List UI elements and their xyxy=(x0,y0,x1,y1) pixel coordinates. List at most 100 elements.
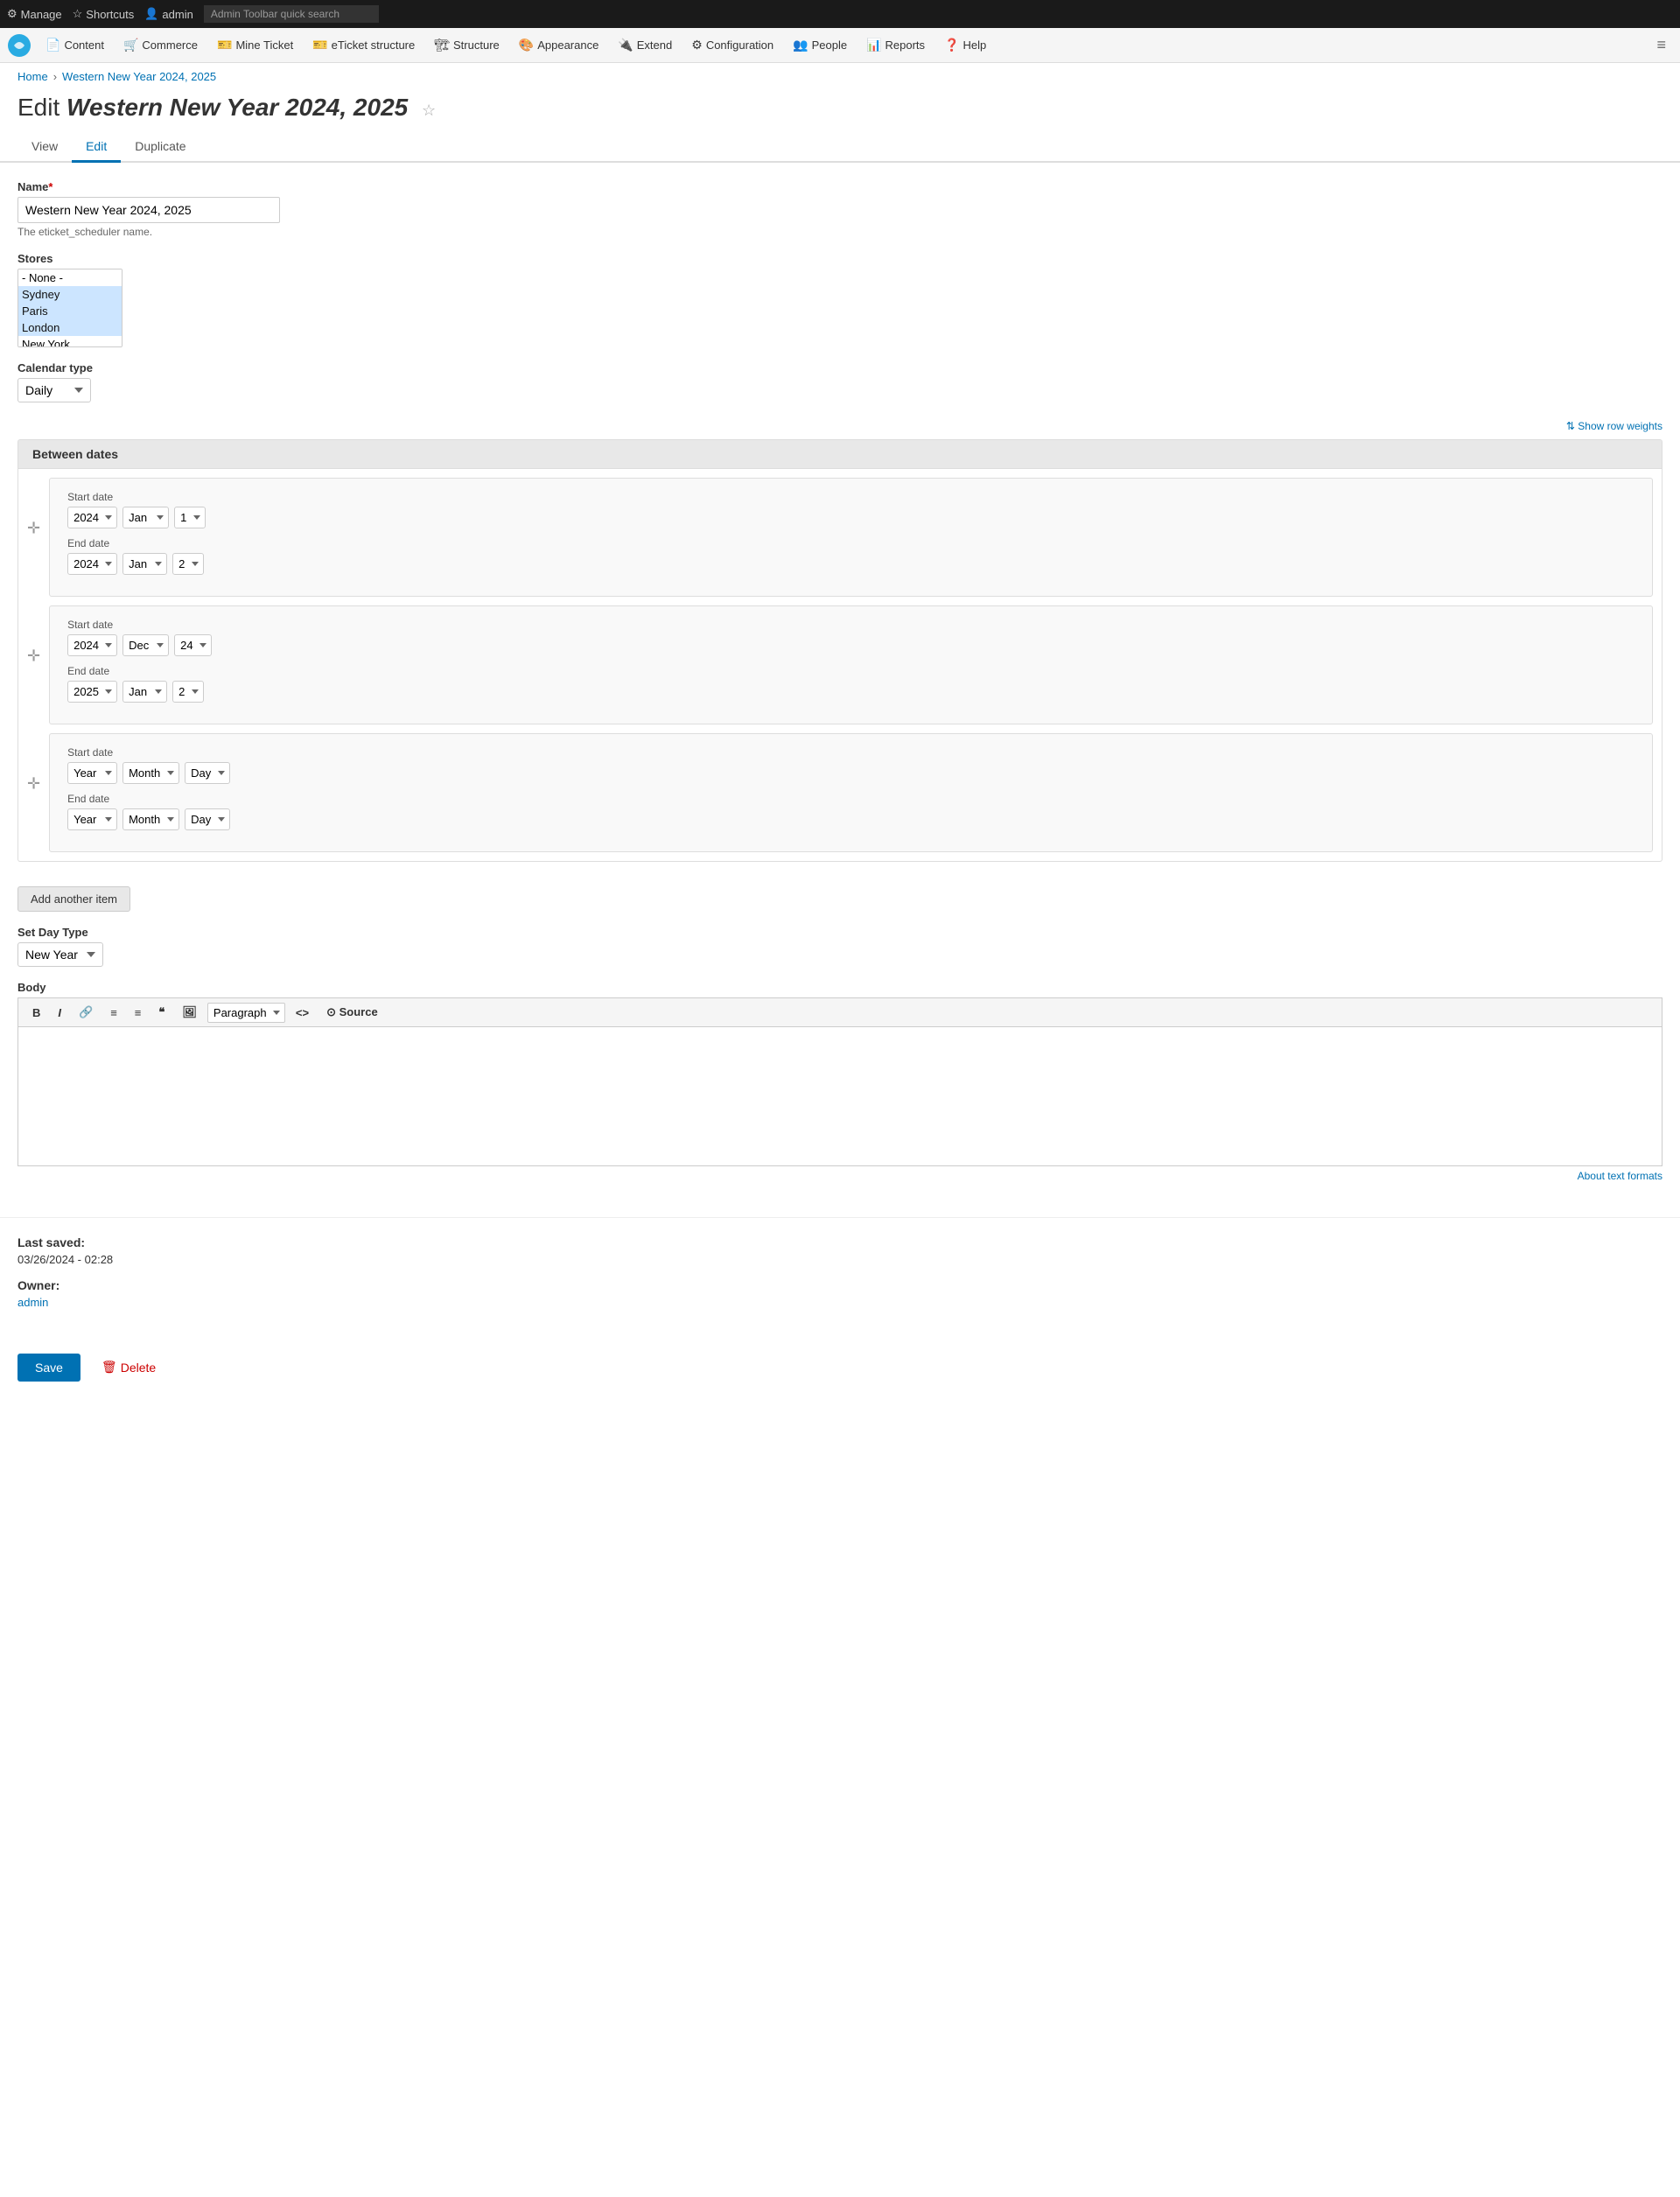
start-date-selects-2: 2024 2025 Jan Feb Mar Apr May Jun Jul xyxy=(67,634,1634,656)
date-row-2: Start date 2024 2025 Jan Feb Mar Apr xyxy=(49,605,1653,724)
nav-eticket-structure[interactable]: 🎫 eTicket structure xyxy=(304,32,424,58)
save-button[interactable]: Save xyxy=(18,1354,80,1382)
end-year-2[interactable]: 2024 2025 xyxy=(67,681,117,703)
end-day-3[interactable]: Day 1 xyxy=(185,808,230,830)
end-month-3[interactable]: Month Jan xyxy=(122,808,179,830)
body-editor[interactable] xyxy=(18,1026,1662,1166)
nav-content[interactable]: 📄 Content xyxy=(37,32,113,58)
add-another-item-button[interactable]: Add another item xyxy=(18,886,130,912)
end-month-1[interactable]: Jan Feb Mar xyxy=(122,553,167,575)
manage-label: Manage xyxy=(21,8,62,21)
start-year-2[interactable]: 2024 2025 xyxy=(67,634,117,656)
store-option-sydney: Sydney xyxy=(18,286,122,303)
date-row-3: Start date Year 2024 2025 Month Jan Feb xyxy=(49,733,1653,852)
date-row-1: Start date 2024 2025 Jan Feb Mar Apr xyxy=(49,478,1653,597)
stores-group: Stores - None - Sydney Paris London New … xyxy=(18,252,1662,347)
editor-code-view-button[interactable]: <> xyxy=(289,1003,316,1023)
editor-link-button[interactable]: 🔗 xyxy=(72,1002,100,1023)
editor-italic-button[interactable]: I xyxy=(51,1003,68,1023)
editor-image-button[interactable]: 🖼 xyxy=(175,1002,204,1023)
date-rows-container: ✛ Start date 2024 2025 Jan Feb xyxy=(18,469,1662,862)
manage-icon: ⚙ xyxy=(7,7,18,21)
name-help: The eticket_scheduler name. xyxy=(18,226,1662,238)
name-input[interactable] xyxy=(18,197,280,223)
stores-listbox[interactable]: - None - Sydney Paris London New York xyxy=(18,269,122,347)
drag-handle-1[interactable]: ✛ xyxy=(27,519,40,537)
nav-commerce[interactable]: 🛒 Commerce xyxy=(115,32,206,58)
owner-value: admin xyxy=(18,1296,1662,1309)
end-year-1[interactable]: 2024 2025 xyxy=(67,553,117,575)
start-day-3[interactable]: Day 1 2 xyxy=(185,762,230,784)
delete-icon: 🗑 xyxy=(102,1360,117,1375)
manage-item[interactable]: ⚙ Manage xyxy=(7,7,62,21)
people-icon: 👥 xyxy=(793,38,808,52)
nav-settings-icon[interactable]: ≡ xyxy=(1649,32,1673,58)
about-text-formats-link[interactable]: About text formats xyxy=(1578,1170,1662,1182)
end-day-1[interactable]: 1 2 3 xyxy=(172,553,204,575)
drag-handle-3[interactable]: ✛ xyxy=(27,774,40,793)
start-year-1[interactable]: 2024 2025 xyxy=(67,507,117,528)
site-logo[interactable] xyxy=(7,33,32,58)
end-month-2[interactable]: Jan Feb xyxy=(122,681,167,703)
editor-bullet-list-button[interactable]: ≡ xyxy=(103,1003,124,1023)
drag-handle-2[interactable]: ✛ xyxy=(27,647,40,665)
nav-appearance[interactable]: 🎨 Appearance xyxy=(510,32,608,58)
start-month-1[interactable]: Jan Feb Mar Apr May Jun Jul Aug Sep Oct xyxy=(122,507,169,528)
date-row-wrapper-2: ✛ Start date 2024 2025 Jan Feb xyxy=(27,605,1653,724)
set-day-type-group: Set Day Type New Year Christmas Holiday xyxy=(18,926,1662,967)
commerce-icon: 🛒 xyxy=(123,38,138,52)
action-bar: Save 🗑 Delete xyxy=(0,1339,1680,1396)
nav-help[interactable]: ❓ Help xyxy=(935,32,995,58)
shortcuts-item[interactable]: ☆ Shortcuts xyxy=(73,7,135,21)
user-item[interactable]: 👤 admin xyxy=(144,7,193,21)
start-date-label-3: Start date xyxy=(67,746,1634,759)
end-date-selects-3: Year 2024 2025 Month Jan Day 1 xyxy=(67,808,1634,830)
show-row-weights-link[interactable]: ⇅ Show row weights xyxy=(1566,420,1662,432)
between-dates-section: Between dates ✛ Start date 2024 2025 xyxy=(18,439,1662,862)
start-year-3[interactable]: Year 2024 2025 xyxy=(67,762,117,784)
breadcrumb-parent[interactable]: Western New Year 2024, 2025 xyxy=(62,70,216,83)
source-icon: ⊙ xyxy=(326,1005,336,1018)
admin-search-input[interactable] xyxy=(204,5,379,23)
tab-view[interactable]: View xyxy=(18,132,72,163)
top-nav: 📄 Content 🛒 Commerce 🎫 Mine Ticket 🎫 eTi… xyxy=(0,28,1680,63)
delete-button[interactable]: 🗑 Delete xyxy=(91,1353,166,1382)
nav-configuration[interactable]: ⚙ Configuration xyxy=(682,32,782,58)
delete-label: Delete xyxy=(121,1361,156,1375)
nav-content-label: Content xyxy=(64,38,104,52)
eticket-icon: 🎫 xyxy=(312,38,327,52)
editor-source-button[interactable]: ⊙ Source xyxy=(319,1002,385,1023)
editor-numbered-list-button[interactable]: ≡ xyxy=(128,1003,149,1023)
end-year-3[interactable]: Year 2024 2025 xyxy=(67,808,117,830)
end-day-2[interactable]: 1 2 xyxy=(172,681,204,703)
tab-edit[interactable]: Edit xyxy=(72,132,121,163)
calendar-type-select[interactable]: Daily Weekly Monthly xyxy=(18,378,91,402)
nav-mine-ticket[interactable]: 🎫 Mine Ticket xyxy=(208,32,302,58)
start-date-label-2: Start date xyxy=(67,619,1634,631)
store-option-london: London xyxy=(18,319,122,336)
start-date-group-2: Start date 2024 2025 Jan Feb Mar Apr xyxy=(67,619,1634,656)
user-label: admin xyxy=(162,8,192,21)
set-day-type-select[interactable]: New Year Christmas Holiday xyxy=(18,942,103,967)
favorite-star-icon[interactable]: ☆ xyxy=(422,101,436,119)
end-date-label-1: End date xyxy=(67,537,1634,549)
breadcrumb-home[interactable]: Home xyxy=(18,70,48,83)
tabs: View Edit Duplicate xyxy=(0,132,1680,163)
editor-paragraph-select[interactable]: Paragraph Heading 1 Heading 2 Heading 3 xyxy=(207,1003,285,1023)
start-month-3[interactable]: Month Jan Feb xyxy=(122,762,179,784)
editor-blockquote-button[interactable]: ❝ xyxy=(151,1002,172,1023)
nav-structure[interactable]: 🏗 Structure xyxy=(425,32,508,58)
nav-people[interactable]: 👥 People xyxy=(784,32,856,58)
editor-bold-button[interactable]: B xyxy=(25,1003,47,1023)
start-day-1[interactable]: 1 2 3 xyxy=(174,507,206,528)
mine-ticket-icon: 🎫 xyxy=(217,38,232,52)
tab-duplicate[interactable]: Duplicate xyxy=(121,132,200,163)
start-month-2[interactable]: Jan Feb Mar Apr May Jun Jul Aug Sep Oct xyxy=(122,634,169,656)
start-date-group-1: Start date 2024 2025 Jan Feb Mar Apr xyxy=(67,491,1634,528)
calendar-type-group: Calendar type Daily Weekly Monthly xyxy=(18,361,1662,402)
nav-reports[interactable]: 📊 Reports xyxy=(858,32,934,58)
main-content: Name* The eticket_scheduler name. Stores… xyxy=(0,163,1680,1217)
stores-label: Stores xyxy=(18,252,1662,265)
nav-extend[interactable]: 🔌 Extend xyxy=(609,32,681,58)
start-day-2[interactable]: 24 xyxy=(174,634,212,656)
